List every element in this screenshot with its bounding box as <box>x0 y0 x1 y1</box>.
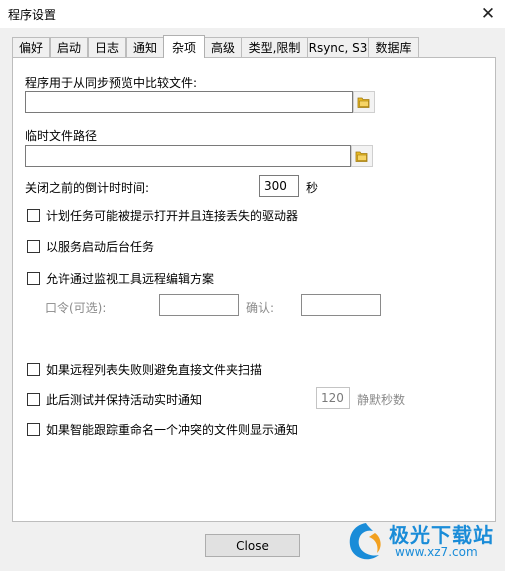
rename-notify-label: 如果智能跟踪重命名一个冲突的文件则显示通知 <box>46 423 299 437</box>
remote-edit-checkbox[interactable]: 允许通过监视工具远程编辑方案 <box>27 270 214 287</box>
avoid-scan-checkbox[interactable]: 如果远程列表失败则避免直接文件夹扫描 <box>27 361 262 378</box>
scheduled-drive-label: 计划任务可能被提示打开并且连接丢失的驱动器 <box>46 209 299 223</box>
avoid-scan-label: 如果远程列表失败则避免直接文件夹扫描 <box>46 363 263 377</box>
close-icon[interactable]: ✕ <box>471 0 505 28</box>
silent-seconds-label: 静默秒数 <box>357 393 406 407</box>
tab-advanced[interactable]: 高级 <box>204 37 242 57</box>
service-background-checkbox[interactable]: 以服务启动后台任务 <box>27 238 154 255</box>
keep-notify-checkbox[interactable]: 此后测试并保持活动实时通知 <box>27 391 202 408</box>
checkbox-box[interactable] <box>27 423 40 436</box>
countdown-label: 关闭之前的倒计时时间: <box>25 181 150 195</box>
close-button[interactable]: Close <box>205 534 300 557</box>
keep-notify-label: 此后测试并保持活动实时通知 <box>46 393 203 407</box>
password-label: 口令(可选): <box>45 301 107 315</box>
tab-rsync-s3[interactable]: Rsync, S3 <box>307 37 369 57</box>
countdown-unit: 秒 <box>306 181 319 195</box>
tab-notifications[interactable]: 通知 <box>126 37 164 57</box>
tab-preferences[interactable]: 偏好 <box>12 37 50 57</box>
tab-types-limits[interactable]: 类型,限制 <box>241 37 308 57</box>
folder-icon[interactable] <box>353 91 375 113</box>
compare-program-label: 程序用于从同步预览中比较文件: <box>25 76 198 90</box>
scheduled-drive-checkbox[interactable]: 计划任务可能被提示打开并且连接丢失的驱动器 <box>27 207 298 224</box>
tab-strip: 偏好 启动 日志 通知 杂项 高级 类型,限制 Rsync, S3 数据库 <box>12 35 496 58</box>
countdown-input[interactable] <box>259 175 299 197</box>
tab-startup[interactable]: 启动 <box>50 37 88 57</box>
confirm-label: 确认: <box>246 301 275 315</box>
silent-seconds-input[interactable] <box>316 387 350 409</box>
logo-swirl-icon <box>349 523 381 560</box>
tab-database[interactable]: 数据库 <box>368 37 419 57</box>
remote-edit-label: 允许通过监视工具远程编辑方案 <box>46 272 215 286</box>
checkbox-box[interactable] <box>27 363 40 376</box>
folder-icon[interactable] <box>351 145 373 167</box>
temp-path-input[interactable] <box>25 145 351 167</box>
watermark-logo: 极光下载站 www.xz7.com <box>345 515 505 571</box>
misc-panel: 程序用于从同步预览中比较文件: 临时文件路径 关闭之前的倒计时时间: 秒 计划任… <box>12 57 496 522</box>
tab-misc[interactable]: 杂项 <box>163 35 205 58</box>
confirm-input[interactable] <box>301 294 381 316</box>
temp-path-label: 临时文件路径 <box>25 129 98 143</box>
rename-notify-checkbox[interactable]: 如果智能跟踪重命名一个冲突的文件则显示通知 <box>27 421 298 438</box>
service-background-label: 以服务启动后台任务 <box>46 240 155 254</box>
checkbox-box[interactable] <box>27 393 40 406</box>
checkbox-box[interactable] <box>27 272 40 285</box>
title-bar: 程序设置 ✕ <box>0 0 505 28</box>
watermark-title: 极光下载站 <box>389 523 494 547</box>
compare-program-input[interactable] <box>25 91 353 113</box>
tab-log[interactable]: 日志 <box>88 37 126 57</box>
checkbox-box[interactable] <box>27 240 40 253</box>
window-title: 程序设置 <box>8 8 57 22</box>
password-input[interactable] <box>159 294 239 316</box>
checkbox-box[interactable] <box>27 209 40 222</box>
close-button-label: Close <box>236 538 269 553</box>
watermark-url: www.xz7.com <box>395 545 478 559</box>
